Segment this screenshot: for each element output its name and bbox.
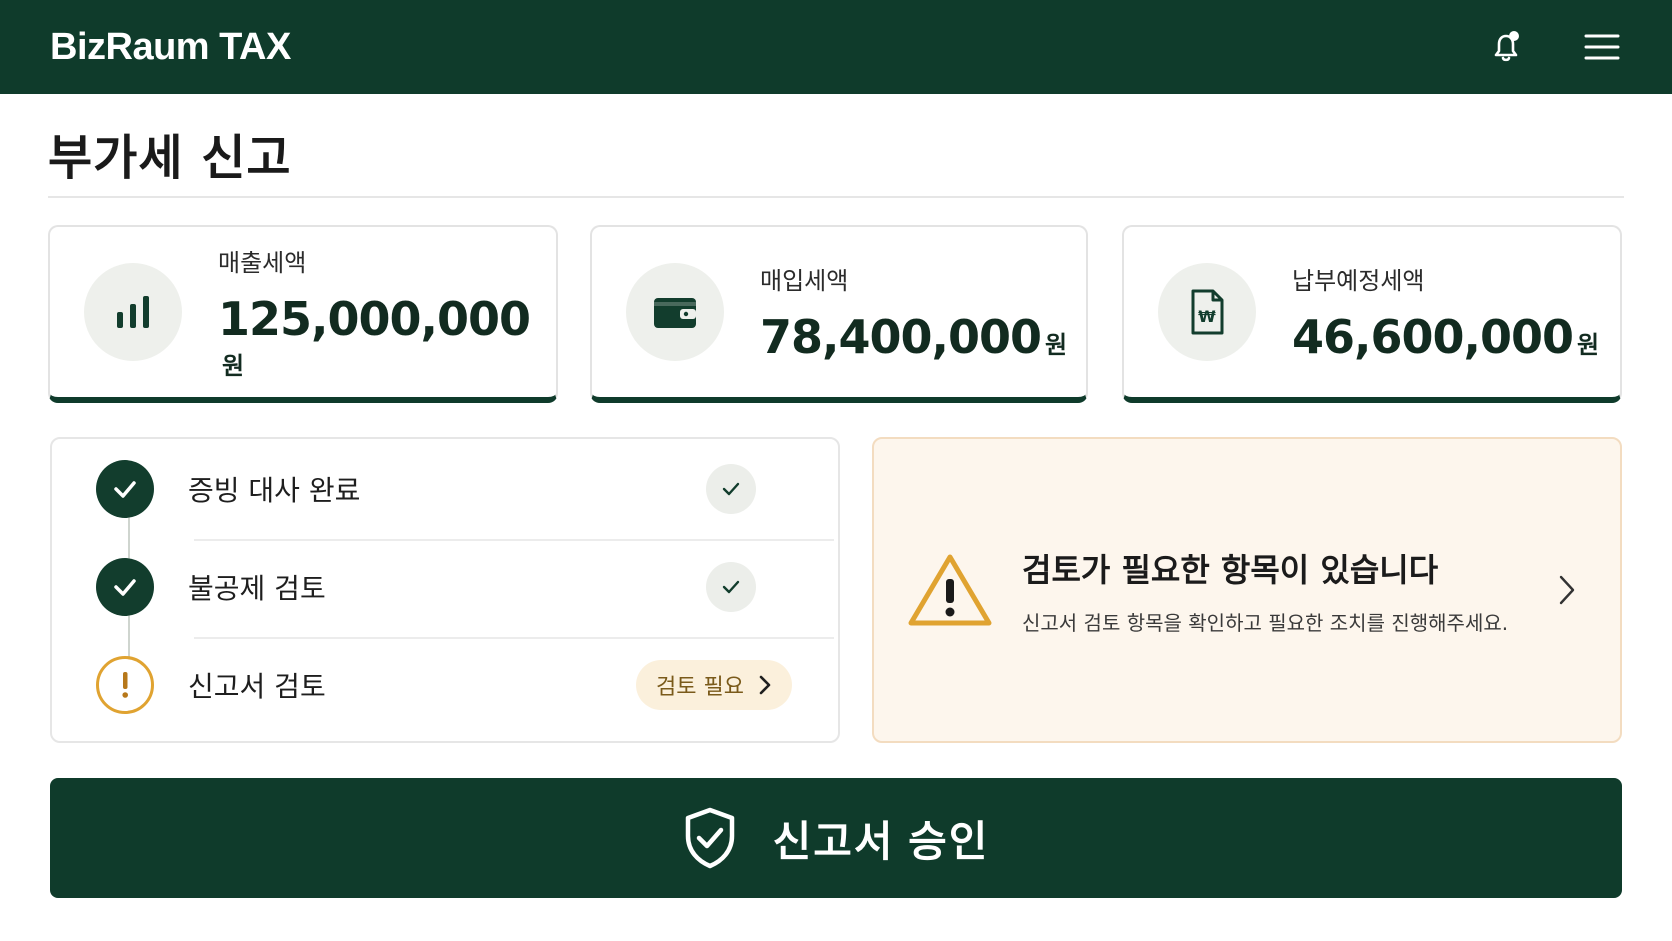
checklist-step-evidence[interactable]: 증빙 대사 완료 [96,459,792,519]
stat-label: 납부예정세액 [1292,266,1425,295]
top-bar: BizRaum TAX [0,0,1672,94]
title-divider [48,196,1624,198]
stat-card-sales-tax[interactable]: 매출세액 125,000,000 원 [48,225,558,403]
stat-text: 매출세액 125,000,000 원 [218,243,556,381]
stat-icon-circle [626,263,724,361]
review-alert-card[interactable]: 검토가 필요한 항목이 있습니다 신고서 검토 항목을 확인하고 필요한 조치를… [872,437,1622,743]
stat-value: 125,000,000 [218,292,531,346]
stat-icon-circle: ₩ [1158,263,1256,361]
step-complete-marker [96,460,154,518]
bar-chart-icon [117,296,149,328]
stat-text: 납부예정세액 46,600,000 원 [1292,261,1599,364]
check-icon [114,579,136,596]
stat-amount: 78,400,000 원 [760,310,1067,364]
menu-button[interactable] [1582,27,1622,67]
filing-checklist: 증빙 대사 완료 불공제 검토 신고서 검토 검토 필요 [50,437,840,743]
stat-unit: 원 [1045,330,1068,359]
review-needed-badge[interactable]: 검토 필요 [636,660,792,710]
exclamation-icon [122,672,128,698]
approve-button-label: 신고서 승인 [772,817,990,865]
stat-unit: 원 [222,352,245,380]
alert-title: 검토가 필요한 항목이 있습니다 [1022,550,1439,589]
checklist-step-return-review[interactable]: 신고서 검토 검토 필요 [96,655,792,715]
step-warning-marker [96,656,154,714]
stat-value: 78,400,000 [760,309,1042,364]
check-icon [114,481,136,498]
notification-button[interactable] [1486,27,1526,67]
check-icon [722,482,740,496]
wallet-icon [654,298,696,328]
stat-icon-circle [84,263,182,361]
alert-description: 신고서 검토 항목을 확인하고 필요한 조치를 진행해주세요. [1022,610,1509,635]
page-title: 부가세 신고 [48,130,292,186]
stat-unit: 원 [1577,330,1600,359]
stat-label: 매입세액 [760,266,849,295]
stat-label: 매출세액 [218,249,307,277]
step-label: 증빙 대사 완료 [188,474,361,507]
step-complete-marker [96,558,154,616]
stat-card-payable-tax[interactable]: ₩ 납부예정세액 46,600,000 원 [1122,225,1622,403]
won-document-icon: ₩ [1191,289,1224,335]
alert-text: 검토가 필요한 항목이 있습니다 신고서 검토 항목을 확인하고 필요한 조치를… [1022,545,1558,636]
stat-value: 46,600,000 [1292,309,1574,364]
svg-text:₩: ₩ [1198,307,1216,326]
check-icon [722,580,740,594]
hamburger-menu-icon [1584,34,1620,60]
step-label: 신고서 검토 [188,670,326,703]
warning-triangle-icon [908,554,992,626]
shield-check-icon [685,807,734,869]
step-divider [194,539,834,541]
chevron-right-icon [1559,575,1575,605]
approve-return-button[interactable]: 신고서 승인 [50,778,1622,898]
checklist-step-nondeductible[interactable]: 불공제 검토 [96,557,792,617]
chevron-right-icon [759,675,771,695]
stat-card-purchase-tax[interactable]: 매입세액 78,400,000 원 [590,225,1088,403]
step-label: 불공제 검토 [188,572,326,605]
step-status-check [706,562,756,612]
review-badge-label: 검토 필요 [656,675,744,700]
brand-logo[interactable]: BizRaum TAX [50,26,291,69]
top-actions [1486,27,1622,67]
stat-amount: 125,000,000 원 [218,292,556,381]
stat-amount: 46,600,000 원 [1292,310,1599,364]
step-status-check [706,464,756,514]
step-divider [194,637,834,639]
stat-text: 매입세액 78,400,000 원 [760,261,1067,364]
bell-icon [1494,31,1519,62]
